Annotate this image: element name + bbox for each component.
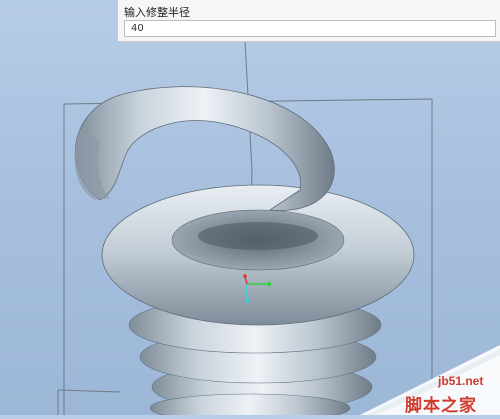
radius-input[interactable] xyxy=(124,20,496,37)
spring-main-coil xyxy=(101,184,415,326)
radius-label: 输入修整半径 xyxy=(124,6,190,19)
watermark-domain: jb51.net xyxy=(438,374,484,388)
input-panel: 输入修整半径 xyxy=(117,0,500,42)
watermark-name: 脚本之家 xyxy=(405,396,477,416)
